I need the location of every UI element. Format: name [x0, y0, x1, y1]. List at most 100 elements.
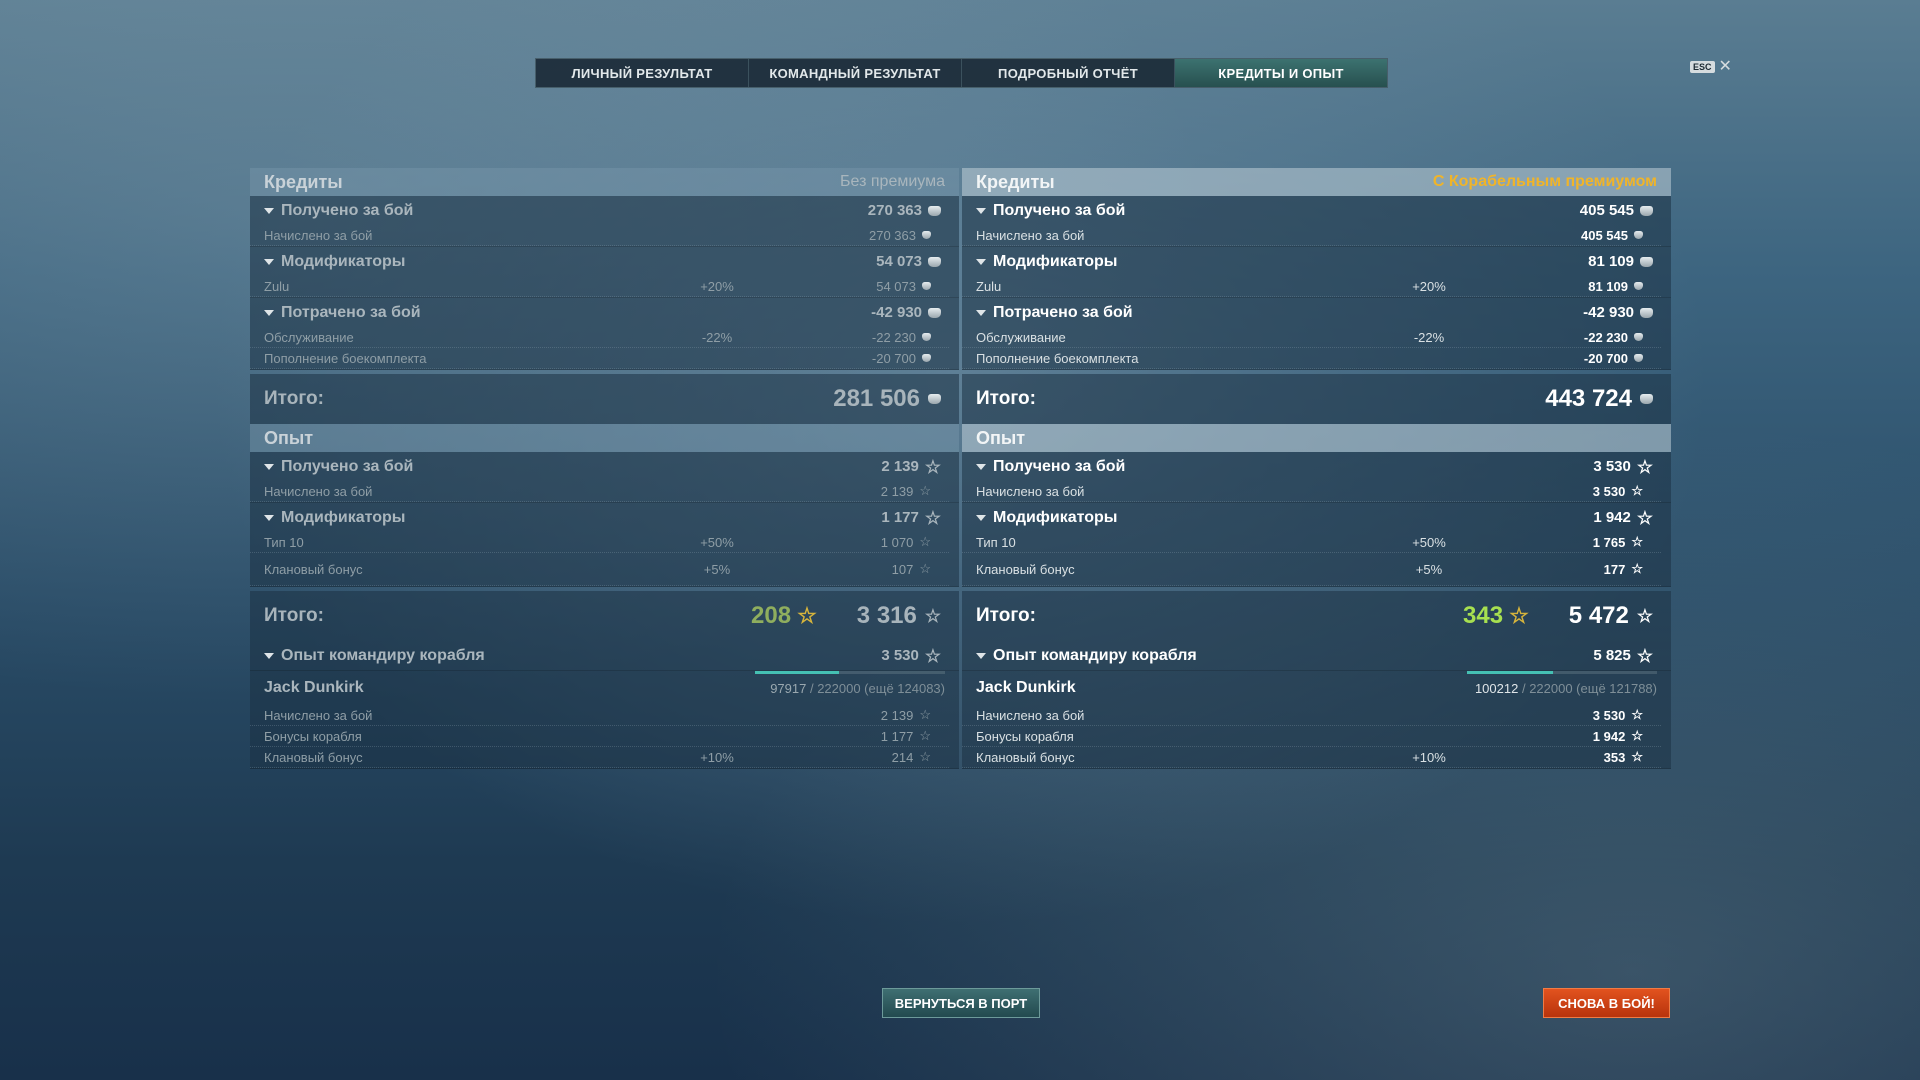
- detail-amount: 1 942: [1592, 728, 1626, 744]
- battle-again-button[interactable]: СНОВА В БОЙ!: [1543, 988, 1670, 1018]
- detail-row: Клановый бонус +10% 353 ☆: [962, 747, 1661, 768]
- collapse-triangle-icon: [976, 514, 986, 521]
- commander-section: Опыт командиру корабля 3 530 ☆: [250, 641, 959, 671]
- group-label: Модификаторы: [264, 509, 841, 527]
- group-row[interactable]: Модификаторы 54 073: [250, 247, 959, 276]
- commander-name: Jack Dunkirk: [264, 679, 364, 696]
- close-button[interactable]: ESC ✕: [1690, 59, 1732, 75]
- xp-star-icon: ☆: [1631, 483, 1643, 498]
- tab-personal-result[interactable]: ЛИЧНЫЙ РЕЗУЛЬТАТ: [536, 59, 749, 87]
- group-title: Модификаторы: [993, 508, 1118, 526]
- detail-value: 270 363: [831, 228, 931, 243]
- group-label: Получено за бой: [264, 202, 841, 220]
- detail-row: Начислено за бой 3 530 ☆: [962, 481, 1661, 502]
- detail-row: Начислено за бой 3 530 ☆: [962, 705, 1661, 726]
- credits-total-value: 281 506: [833, 385, 941, 413]
- free-xp-amount: 343: [1463, 602, 1504, 629]
- detail-value: -20 700: [831, 351, 931, 366]
- detail-amount: 2 139: [880, 483, 914, 499]
- xp-total: Итого: 208 ☆ 3 316 ☆: [250, 591, 959, 641]
- detail-row: Тип 10 +50% 1 765 ☆: [962, 532, 1661, 553]
- xp-total-values: 343 ☆ 5 472 ☆: [1463, 602, 1653, 630]
- group-row[interactable]: Опыт командиру корабля 5 825 ☆: [962, 641, 1671, 670]
- xp-star-icon: ☆: [1636, 645, 1653, 666]
- detail-amount: 270 363: [869, 227, 916, 243]
- detail-value: 107 ☆: [831, 562, 931, 577]
- credits-icon: [922, 231, 931, 239]
- credits-title: Кредиты: [976, 171, 1055, 192]
- detail-label: Начислено за бой: [264, 483, 373, 499]
- detail-label: Начислено за бой: [264, 707, 373, 723]
- group-row[interactable]: Получено за бой 270 363: [250, 196, 959, 225]
- detail-percent: +50%: [700, 534, 734, 550]
- group-amount: -42 930: [871, 304, 922, 321]
- group-title: Потрачено за бой: [993, 303, 1133, 321]
- group-row[interactable]: Модификаторы 1 942 ☆: [962, 503, 1671, 532]
- credits-total: Итого: 281 506: [250, 374, 959, 424]
- group-row[interactable]: Модификаторы 1 177 ☆: [250, 503, 959, 532]
- xp-star-icon: ☆: [919, 561, 931, 576]
- detail-row: Начислено за бой 405 545: [962, 225, 1661, 246]
- group-title: Модификаторы: [281, 252, 406, 270]
- group-amount: 1 942: [1593, 509, 1631, 526]
- group-row[interactable]: Модификаторы 81 109: [962, 247, 1671, 276]
- detail-row: Обслуживание -22% -22 230: [962, 327, 1661, 348]
- detail-value: 214 ☆: [831, 750, 931, 765]
- detail-value: -22 230: [1543, 330, 1643, 345]
- group-row[interactable]: Получено за бой 2 139 ☆: [250, 452, 959, 481]
- credits-icon: [1634, 282, 1643, 290]
- detail-label: Начислено за бой: [976, 483, 1085, 499]
- group-row[interactable]: Потрачено за бой -42 930: [962, 298, 1671, 327]
- return-to-port-button[interactable]: ВЕРНУТЬСЯ В ПОРТ: [882, 988, 1040, 1018]
- xp-star-icon: ☆: [924, 645, 941, 666]
- collapse-triangle-icon: [976, 207, 986, 214]
- total-amount: 281 506: [833, 385, 920, 412]
- detail-row: Начислено за бой 2 139 ☆: [250, 481, 949, 502]
- xp-star-icon: ☆: [919, 707, 931, 722]
- detail-row: Бонусы корабля 1 177 ☆: [250, 726, 949, 747]
- credits-icon: [928, 256, 941, 267]
- detail-value: 177 ☆: [1543, 562, 1643, 577]
- group-row[interactable]: Потрачено за бой -42 930: [250, 298, 959, 327]
- detail-amount: 405 545: [1581, 227, 1628, 243]
- total-amount: 443 724: [1545, 385, 1632, 412]
- group-value: 5 825 ☆: [1553, 645, 1653, 666]
- detail-row: Обслуживание -22% -22 230: [250, 327, 949, 348]
- group-label: Опыт командиру корабля: [976, 647, 1553, 665]
- xp-header: Опыт: [250, 424, 959, 452]
- section-earned: Получено за бой 270 363 Начислено за бой 27…: [250, 196, 959, 247]
- group-amount: 270 363: [867, 202, 922, 219]
- tab-detailed-report[interactable]: ПОДРОБНЫЙ ОТЧЁТ: [962, 59, 1175, 87]
- group-label: Опыт командиру корабля: [264, 647, 841, 665]
- collapse-triangle-icon: [976, 463, 986, 470]
- detail-value: 1 177 ☆: [831, 729, 931, 744]
- detail-value: 405 545: [1543, 228, 1643, 243]
- xp-total: Итого: 343 ☆ 5 472 ☆: [962, 591, 1671, 641]
- tab-team-result[interactable]: КОМАНДНЫЙ РЕЗУЛЬТАТ: [749, 59, 962, 87]
- group-label: Модификаторы: [976, 253, 1553, 271]
- tab-credits-and-xp[interactable]: КРЕДИТЫ И ОПЫТ: [1175, 59, 1387, 87]
- xp-header: Опыт: [962, 424, 1671, 452]
- commander-xp: 100212: [1474, 680, 1519, 696]
- xp-star-icon: ☆: [1631, 534, 1643, 549]
- detail-value: 1 765 ☆: [1543, 535, 1643, 550]
- detail-value: 3 530 ☆: [1543, 708, 1643, 723]
- group-amount: 405 545: [1579, 202, 1634, 219]
- group-row[interactable]: Получено за бой 3 530 ☆: [962, 452, 1671, 481]
- detail-label: Начислено за бой: [264, 227, 373, 243]
- group-label: Получено за бой: [976, 458, 1553, 476]
- group-row[interactable]: Получено за бой 405 545: [962, 196, 1671, 225]
- credits-total-value: 443 724: [1545, 385, 1653, 413]
- detail-percent: -22%: [1413, 329, 1445, 345]
- detail-label: Начислено за бой: [976, 227, 1085, 243]
- detail-label: Пополнение боекомплекта: [976, 350, 1139, 366]
- free-xp-bonus: 208 ☆: [751, 602, 817, 630]
- commander-xp: 97917: [770, 680, 807, 696]
- collapse-triangle-icon: [976, 309, 986, 316]
- xp-star-icon: ☆: [1631, 561, 1643, 576]
- detail-row: Тип 10 +50% 1 070 ☆: [250, 532, 949, 553]
- detail-value: 54 073: [831, 279, 931, 294]
- group-title: Опыт командиру корабля: [281, 646, 485, 664]
- detail-value: 2 139 ☆: [831, 708, 931, 723]
- group-row[interactable]: Опыт командиру корабля 3 530 ☆: [250, 641, 959, 670]
